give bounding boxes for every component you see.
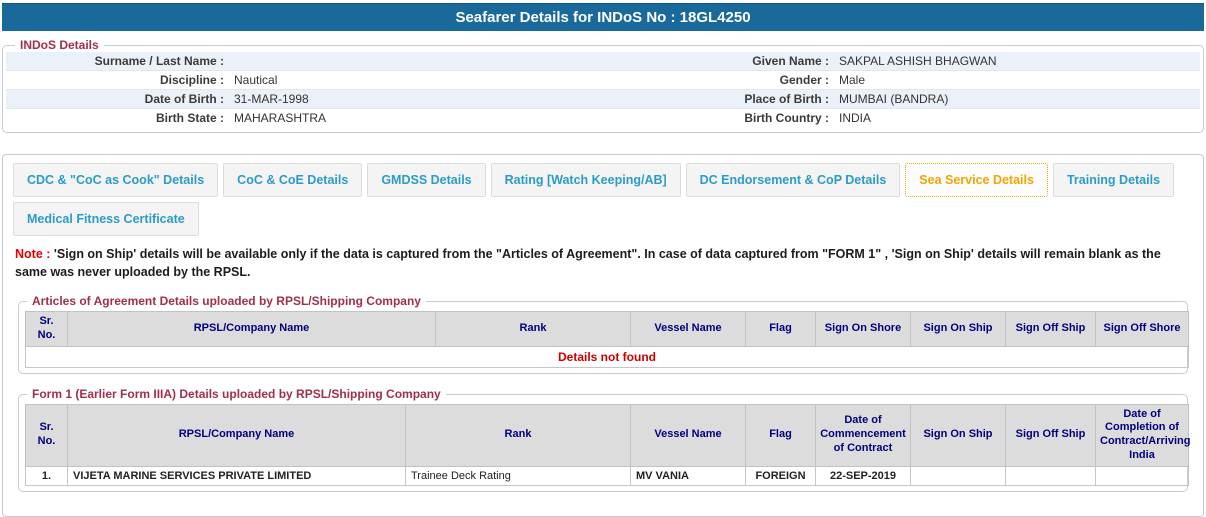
- tab-coc-coe[interactable]: CoC & CoE Details: [223, 163, 363, 197]
- articles-of-agreement-legend: Articles of Agreement Details uploaded b…: [27, 294, 426, 308]
- surname-label: Surname / Last Name :: [94, 54, 224, 68]
- tab-cdc-coc-as-cook[interactable]: CDC & "CoC as Cook" Details: [13, 163, 219, 197]
- tab-dc-endorsement-cop[interactable]: DC Endorsement & CoP Details: [685, 163, 901, 197]
- form1-legend: Form 1 (Earlier Form IIIA) Details uploa…: [27, 386, 446, 401]
- articles-header-sign-on-shore: Sign On Shore: [815, 311, 911, 347]
- articles-header-sign-on-ship: Sign On Ship: [910, 311, 1006, 347]
- given-name-label: Given Name :: [752, 54, 829, 68]
- articles-of-agreement-table: Sr. No. RPSL/Company Name Rank Vessel Na…: [25, 311, 1189, 368]
- details-not-found-message: Details not found: [25, 345, 1189, 368]
- seafarer-details-panel: CDC & "CoC as Cook" Details CoC & CoE De…: [2, 154, 1204, 517]
- discipline-value: Nautical: [234, 73, 278, 87]
- form1-header-date-completion: Date of Completion of Contract/Arriving …: [1095, 403, 1190, 467]
- gender-label: Gender :: [779, 73, 829, 87]
- form1-header-flag: Flag: [745, 403, 816, 467]
- tabs-row-1: CDC & "CoC as Cook" Details CoC & CoE De…: [13, 163, 1193, 197]
- articles-header-sr-no: Sr. No.: [25, 311, 68, 347]
- articles-header-flag: Flag: [745, 311, 816, 347]
- birth-country-value: INDIA: [839, 111, 872, 125]
- given-name-value: SAKPAL ASHISH BHAGWAN: [839, 54, 997, 68]
- note-label: Note :: [15, 247, 51, 261]
- tab-rating-watchkeeping[interactable]: Rating [Watch Keeping/AB]: [490, 163, 681, 197]
- form1-table: Sr. No. RPSL/Company Name Rank Vessel Na…: [25, 403, 1190, 486]
- articles-header-rank: Rank: [435, 311, 631, 347]
- form1-header-rank: Rank: [405, 403, 631, 467]
- tab-gmdss[interactable]: GMDSS Details: [367, 163, 486, 197]
- form1-header-row: Sr. No. RPSL/Company Name Rank Vessel Na…: [25, 403, 1190, 467]
- discipline-label: Discipline :: [159, 73, 224, 87]
- indos-details-legend: INDoS Details: [15, 38, 104, 52]
- form1-header-date-commencement: Date of Commencement of Contract: [815, 403, 911, 467]
- articles-of-agreement-fieldset: Articles of Agreement Details uploaded b…: [18, 294, 1189, 374]
- articles-empty-row: Details not found: [25, 345, 1189, 368]
- indos-details-fieldset: INDoS Details Surname / Last Name : Give…: [2, 38, 1204, 133]
- place-of-birth-value: MUMBAI (BANDRA): [839, 92, 949, 106]
- tabs-row-2: Medical Fitness Certificate: [13, 202, 1193, 236]
- form1-cell-sr-no: 1.: [25, 465, 68, 486]
- form1-header-vessel: Vessel Name: [630, 403, 746, 467]
- date-of-birth-label: Date of Birth :: [144, 92, 224, 106]
- tab-sea-service[interactable]: Sea Service Details: [905, 163, 1048, 197]
- tab-medical-fitness[interactable]: Medical Fitness Certificate: [13, 202, 199, 236]
- gender-value: Male: [839, 73, 866, 87]
- articles-header-vessel: Vessel Name: [630, 311, 746, 347]
- indos-row-birth-state: Birth State : MAHARASHTRA Birth Country …: [6, 109, 1200, 128]
- articles-header-sign-off-shore: Sign Off Shore: [1095, 311, 1189, 347]
- form1-header-sign-off-ship: Sign Off Ship: [1005, 403, 1096, 467]
- indos-row-birth: Date of Birth : 31-MAR-1998 Place of Bir…: [6, 90, 1200, 109]
- form1-header-sr-no: Sr. No.: [25, 403, 68, 467]
- date-of-birth-value: 31-MAR-1998: [234, 92, 309, 106]
- form1-cell-flag: FOREIGN: [745, 465, 816, 486]
- form1-fieldset: Form 1 (Earlier Form IIIA) Details uploa…: [18, 386, 1190, 492]
- articles-header-sign-off-ship: Sign Off Ship: [1005, 311, 1096, 347]
- birth-state-value: MAHARASHTRA: [234, 111, 327, 125]
- form1-cell-vessel: MV VANIA: [630, 465, 746, 486]
- form1-cell-date-commencement: 22-SEP-2019: [815, 465, 911, 486]
- form1-cell-rank: Trainee Deck Rating: [405, 465, 631, 486]
- surname-value: [234, 52, 604, 70]
- form1-cell-sign-off-ship: [1005, 465, 1096, 486]
- articles-header-company: RPSL/Company Name: [67, 311, 436, 347]
- birth-state-label: Birth State :: [155, 111, 224, 125]
- page-title: Seafarer Details for INDoS No : 18GL4250: [2, 3, 1204, 31]
- form1-header-company: RPSL/Company Name: [67, 403, 406, 467]
- indos-row-discipline: Discipline : Nautical Gender : Male: [6, 71, 1200, 90]
- indos-row-name: Surname / Last Name : Given Name : SAKPA…: [6, 52, 1200, 71]
- form1-header-sign-on-ship: Sign On Ship: [910, 403, 1006, 467]
- form1-cell-date-completion: [1095, 465, 1189, 486]
- place-of-birth-label: Place of Birth :: [744, 92, 829, 106]
- form1-cell-company: VIJETA MARINE SERVICES PRIVATE LIMITED: [67, 465, 406, 486]
- tab-training[interactable]: Training Details: [1052, 163, 1175, 197]
- note-body: 'Sign on Ship' details will be available…: [15, 247, 1161, 279]
- birth-country-label: Birth Country :: [744, 111, 829, 125]
- form1-data-row: 1. VIJETA MARINE SERVICES PRIVATE LIMITE…: [25, 465, 1189, 486]
- articles-header-row: Sr. No. RPSL/Company Name Rank Vessel Na…: [25, 311, 1189, 347]
- form1-cell-sign-on-ship: [910, 465, 1006, 486]
- note-text: Note : 'Sign on Ship' details will be av…: [15, 246, 1191, 281]
